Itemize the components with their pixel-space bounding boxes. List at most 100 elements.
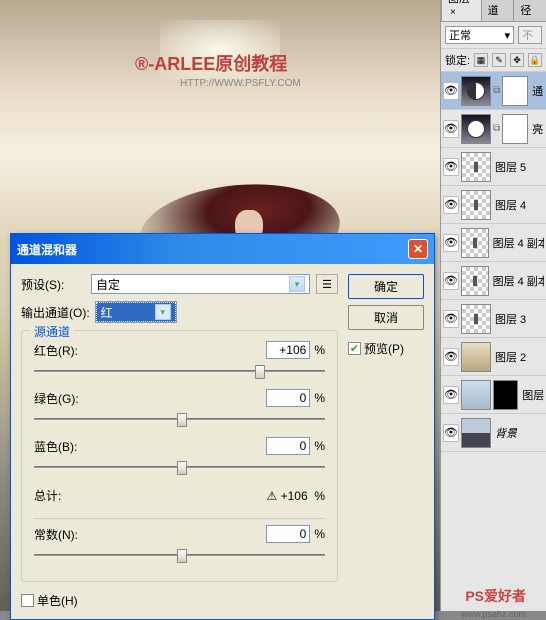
- warning-icon: ⚠: [267, 489, 278, 503]
- total-label: 总计:: [34, 487, 61, 504]
- layer-thumbnail: [461, 152, 491, 182]
- opacity-select[interactable]: 不: [518, 26, 542, 44]
- layer-row[interactable]: 👁 图层 5: [441, 148, 546, 186]
- layer-thumbnail: [461, 418, 491, 448]
- cancel-button[interactable]: 取消: [348, 305, 424, 330]
- close-icon[interactable]: ✕: [408, 239, 428, 259]
- red-slider[interactable]: [34, 363, 325, 379]
- output-select[interactable]: 红 ▾: [96, 302, 176, 322]
- preview-checkbox[interactable]: ✔: [348, 342, 361, 355]
- ok-button[interactable]: 确定: [348, 274, 424, 299]
- layer-thumbnail: [461, 266, 489, 296]
- layer-name: 图层 5: [495, 159, 526, 175]
- green-slider[interactable]: [34, 411, 325, 427]
- divider: [34, 518, 325, 519]
- brand-b: 爱好者: [484, 588, 526, 604]
- total-pct: %: [314, 489, 325, 503]
- chevron-down-icon: ▾: [504, 29, 510, 42]
- layer-name: 图层 4 副本: [493, 235, 544, 251]
- layer-row[interactable]: 👁 图层: [441, 376, 546, 414]
- layer-thumbnail: [461, 114, 491, 144]
- pct-label: %: [314, 439, 325, 453]
- pct-label: %: [314, 343, 325, 357]
- watermark-url: HTTP://WWW.PSFLY.COM: [180, 78, 301, 89]
- chevron-down-icon: ▾: [155, 304, 171, 320]
- dialog-title: 通道混和器: [17, 241, 408, 258]
- layer-name: 图层 2: [495, 349, 526, 365]
- output-value: 红: [101, 304, 113, 321]
- layer-row[interactable]: 👁 图层 4 副本: [441, 224, 546, 262]
- link-icon: ⧉: [493, 85, 500, 96]
- blue-label: 蓝色(B):: [34, 438, 77, 455]
- layer-mask: [493, 380, 519, 410]
- preset-menu-icon[interactable]: ☰: [316, 274, 338, 294]
- tab-layers[interactable]: 图层×: [441, 0, 482, 21]
- visibility-icon[interactable]: 👁: [443, 158, 459, 176]
- lock-label: 锁定:: [445, 52, 470, 68]
- blue-slider[interactable]: [34, 459, 325, 475]
- visibility-icon[interactable]: 👁: [443, 234, 459, 252]
- visibility-icon[interactable]: 👁: [443, 272, 459, 290]
- layer-name: 图层 3: [495, 311, 526, 327]
- red-slider-row: 红色(R): %: [34, 341, 325, 379]
- layer-name: 图层: [522, 387, 544, 403]
- red-label: 红色(R):: [34, 342, 78, 359]
- layer-row[interactable]: 👁图层 4 副本: [441, 262, 546, 300]
- output-row: 输出通道(O): 红 ▾: [21, 302, 338, 322]
- layer-row[interactable]: 👁 ⧉ 通: [441, 72, 546, 110]
- visibility-icon[interactable]: 👁: [443, 120, 459, 138]
- panel-tabs: 图层× 通道 路径: [441, 0, 546, 22]
- close-icon[interactable]: ×: [450, 7, 456, 18]
- blue-slider-row: 蓝色(B): %: [34, 437, 325, 475]
- preset-select[interactable]: 自定 ▾: [91, 274, 310, 294]
- pct-label: %: [314, 527, 325, 541]
- tab-channels[interactable]: 通道: [481, 0, 515, 21]
- layer-name: 通: [532, 83, 543, 99]
- layer-thumbnail: [461, 190, 491, 220]
- tab-paths[interactable]: 路径: [513, 0, 546, 21]
- site-watermark: PS爱好者: [465, 586, 526, 606]
- layer-row[interactable]: 👁 背景: [441, 414, 546, 452]
- preview-label: 预览(P): [364, 340, 404, 357]
- lock-transparency-icon[interactable]: ▦: [474, 53, 488, 67]
- constant-input[interactable]: [266, 525, 310, 543]
- pct-label: %: [314, 391, 325, 405]
- layer-name: 亮: [532, 121, 543, 137]
- layer-row[interactable]: 👁 图层 2: [441, 338, 546, 376]
- layer-thumbnail: [461, 304, 491, 334]
- layers-list: 👁⧉通👁⧉亮👁图层 5👁图层 4👁图层 4 副本👁图层 4 副本👁图层 3👁图层…: [441, 72, 546, 452]
- visibility-icon[interactable]: 👁: [443, 196, 459, 214]
- green-slider-row: 绿色(G): %: [34, 389, 325, 427]
- layer-thumbnail: [461, 342, 491, 372]
- dialog-titlebar[interactable]: 通道混和器 ✕: [11, 234, 434, 264]
- blue-input[interactable]: [266, 437, 310, 455]
- red-input[interactable]: [266, 341, 310, 359]
- preset-row: 预设(S): 自定 ▾ ☰: [21, 274, 338, 294]
- visibility-icon[interactable]: 👁: [443, 424, 459, 442]
- constant-slider[interactable]: [34, 547, 325, 563]
- layer-thumbnail: [461, 380, 491, 410]
- layer-row[interactable]: 👁图层 4: [441, 186, 546, 224]
- mono-checkbox[interactable]: [21, 594, 34, 607]
- lock-pixels-icon[interactable]: ✎: [492, 53, 506, 67]
- lock-row: 锁定: ▦ ✎ ✥ 🔒: [441, 49, 546, 72]
- layer-row[interactable]: 👁⧉亮: [441, 110, 546, 148]
- visibility-icon[interactable]: 👁: [443, 310, 459, 328]
- channel-mixer-dialog: 通道混和器 ✕ 预设(S): 自定 ▾ ☰ 输出通道(O): 红 ▾ 源通道: [10, 233, 435, 620]
- blend-row: 正常▾ 不: [441, 22, 546, 49]
- layer-mask: [502, 114, 528, 144]
- layer-name: 背景: [495, 425, 517, 441]
- blend-mode-select[interactable]: 正常▾: [445, 26, 514, 44]
- visibility-icon[interactable]: 👁: [443, 386, 459, 404]
- green-label: 绿色(G):: [34, 390, 79, 407]
- lock-position-icon[interactable]: ✥: [510, 53, 524, 67]
- layer-row[interactable]: 👁 图层 3: [441, 300, 546, 338]
- output-label: 输出通道(O):: [21, 304, 90, 321]
- source-group-title: 源通道: [30, 323, 74, 340]
- lock-all-icon[interactable]: 🔒: [528, 53, 542, 67]
- visibility-icon[interactable]: 👁: [443, 348, 459, 366]
- green-input[interactable]: [266, 389, 310, 407]
- total-value: +106: [281, 489, 308, 503]
- mono-row: 单色(H): [21, 592, 338, 609]
- visibility-icon[interactable]: 👁: [443, 82, 459, 100]
